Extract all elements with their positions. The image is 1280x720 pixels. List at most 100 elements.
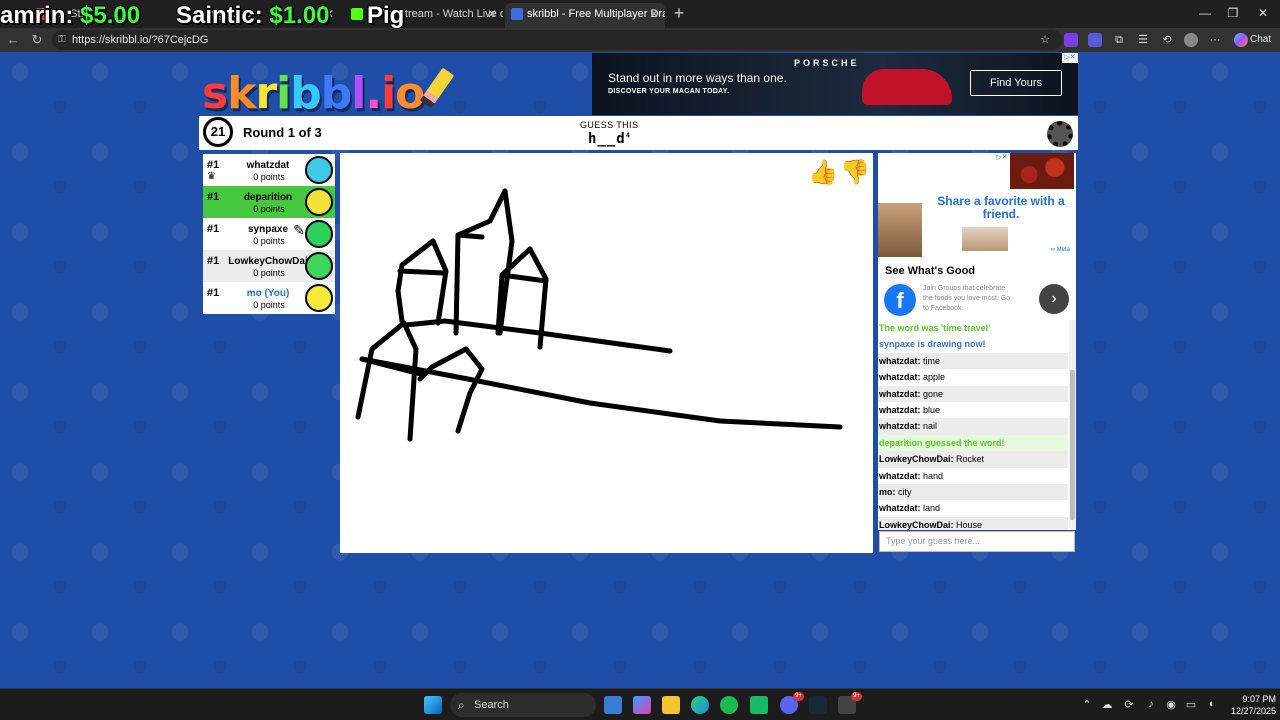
donation-amount: $5.00 <box>80 2 141 29</box>
thumbs-down-icon[interactable]: 👎 <box>840 159 870 187</box>
back-icon[interactable]: ← <box>4 31 22 49</box>
ad-choices-icon[interactable]: ▷✕ <box>994 153 1010 163</box>
minimize-icon[interactable]: — <box>1190 6 1220 20</box>
drawing-pencil-icon: ✎ <box>293 222 305 238</box>
more-menu-icon[interactable]: ⋯ <box>1208 33 1222 47</box>
chat-message: whatzdat: time <box>878 352 1068 370</box>
close-icon[interactable]: ✕ <box>487 3 497 25</box>
chevron-up-icon[interactable]: ⌃ <box>1080 698 1094 711</box>
edge-browser-icon[interactable] <box>691 696 709 714</box>
logo-letter: l <box>351 68 366 119</box>
chat-user: whatzdat: <box>879 372 921 383</box>
close-icon[interactable]: ✕ <box>649 3 659 25</box>
extension-icon[interactable] <box>1088 33 1102 47</box>
new-tab-icon[interactable]: + <box>670 4 688 22</box>
display-icon[interactable]: ▭ <box>1184 698 1198 711</box>
spotify-icon[interactable] <box>720 696 738 714</box>
copilot-app-icon[interactable] <box>633 696 651 714</box>
cloud-icon[interactable]: ☁ <box>1100 698 1114 711</box>
profile-avatar-icon[interactable] <box>1184 33 1198 47</box>
copilot-chat-button[interactable]: Chat <box>1232 31 1276 49</box>
chevron-right-icon[interactable]: › <box>1039 284 1069 314</box>
donation-amount: $1.00 <box>269 2 330 29</box>
scrollbar-thumb[interactable] <box>1070 370 1075 520</box>
player-row[interactable]: #1 whatzdat 0 points ♛ <box>203 154 335 186</box>
drawing-canvas[interactable]: 👍 👎 <box>340 153 873 553</box>
ad-cta-button[interactable]: Find Yours <box>970 70 1062 96</box>
thumbs-up-icon[interactable]: 👍 <box>808 159 838 187</box>
chat-scrollbar[interactable] <box>1069 320 1076 530</box>
logo-letter: k <box>227 68 256 119</box>
extension-icon[interactable] <box>1064 33 1078 47</box>
logo-letter: i <box>381 68 396 119</box>
chat-text: land <box>923 503 941 514</box>
player-row[interactable]: #1 synpaxe 0 points ✎ <box>203 218 335 250</box>
steam-icon[interactable] <box>809 696 827 714</box>
round-indicator: Round 1 of 3 <box>243 125 322 140</box>
maximize-icon[interactable]: ❐ <box>1218 6 1248 20</box>
discord-icon[interactable]: 9+ <box>780 692 804 714</box>
sync-icon[interactable]: ⟳ <box>1122 698 1136 711</box>
chat-user: whatzdat: <box>879 404 921 415</box>
site-info-icon[interactable]: ⚿ <box>58 30 66 50</box>
search-icon: ⌕ <box>458 698 465 712</box>
chat-system-text: The word was 'time travel' <box>879 323 991 333</box>
search-label: Search <box>474 699 509 711</box>
skribbl-page: skribbl.io Stand out in more ways than o… <box>0 52 1280 688</box>
chat-message: whatzdat: land <box>878 500 1068 516</box>
player-avatar <box>305 284 333 312</box>
refresh-icon[interactable]: ↻ <box>28 31 46 49</box>
chat-text: Rocket <box>956 454 985 465</box>
ad-person-image <box>878 203 922 257</box>
settings-gear-icon[interactable] <box>1047 121 1073 147</box>
url-field[interactable]: ⚿ https://skribbl.io/?67CejcDG <box>52 30 1062 50</box>
chat-user: whatzdat: <box>879 470 921 481</box>
history-icon[interactable]: ⟲ <box>1160 33 1174 47</box>
clock-date: 12/27/2025 <box>1230 706 1276 716</box>
url-text: https://skribbl.io/?67CejcDG <box>72 34 209 46</box>
donor-name: amrin: <box>0 2 74 29</box>
skribbl-favicon-icon <box>511 8 523 20</box>
ad-headline: Stand out in more ways than one. <box>608 71 787 85</box>
task-view-icon[interactable] <box>604 696 622 714</box>
system-clock[interactable]: 9:07 PM 12/27/2025 <box>1226 693 1276 717</box>
player-row[interactable]: #1 LowkeyChowDai 0 points <box>203 250 335 282</box>
close-window-icon[interactable]: ✕ <box>1248 6 1278 20</box>
skribbl-logo: skribbl.io <box>202 67 455 119</box>
file-explorer-icon[interactable] <box>662 696 680 714</box>
donor-name: Saintic: <box>176 2 263 29</box>
player-row[interactable]: #1 deparition 0 points <box>203 186 335 218</box>
favorites-icon[interactable]: ☰ <box>1136 33 1150 47</box>
hint-text: h__d <box>588 131 626 147</box>
ad-food-image <box>1010 153 1074 189</box>
guess-label: GUESS THIS <box>580 120 639 130</box>
app-icon[interactable] <box>750 696 768 714</box>
side-advertisement[interactable]: ▷✕ Share a favorite with a friend. ∞ Met… <box>878 153 1076 320</box>
start-windows-icon[interactable] <box>424 696 442 714</box>
ad-choices-icon[interactable]: ▷✕ <box>1062 53 1078 63</box>
chat-message: whatzdat: nail <box>878 418 1068 435</box>
tab-skribbl[interactable]: skribbl - Free Multiplayer Drawing ✕ <box>505 3 665 28</box>
extensions-puzzle-icon[interactable]: ⧉ <box>1112 33 1126 47</box>
app-icon[interactable]: 9+ <box>838 692 862 714</box>
facebook-icon: f <box>884 284 916 316</box>
player-avatar <box>305 252 333 280</box>
favorite-star-icon[interactable]: ☆ <box>1038 33 1052 47</box>
network-icon[interactable]: ◉ <box>1164 698 1178 711</box>
volume-icon[interactable]: ◖ <box>1204 698 1218 710</box>
top-advertisement[interactable]: Stand out in more ways than one. DISCOVE… <box>592 53 1078 115</box>
chat-user: whatzdat: <box>879 388 921 399</box>
chat-text: nail <box>923 421 938 432</box>
logo-letter: o <box>395 68 425 119</box>
timer-value: 21 <box>210 124 226 139</box>
browser-tab-bar: P... St... ...ng ...ers ✕ ... the Stream… <box>0 0 1280 30</box>
donation-overlay-2: Saintic: $1.00 <box>176 2 329 30</box>
chat-text: city <box>898 486 912 497</box>
mic-icon[interactable]: ♪ <box>1144 698 1158 710</box>
tab-title: skribbl - Free Multiplayer Drawing <box>527 8 665 20</box>
windows-taskbar: ⌕ Search 9+ 9+ ⌃ ☁ ⟳ ♪ ◉ ▭ ◖ 9:07 PM 12/… <box>0 688 1280 720</box>
player-row[interactable]: #1 mo (You) 0 points <box>203 282 335 314</box>
logo-letter: . <box>365 68 382 119</box>
taskbar-search[interactable]: ⌕ Search <box>450 693 596 717</box>
guess-input[interactable]: Type your guess here... <box>879 531 1075 552</box>
